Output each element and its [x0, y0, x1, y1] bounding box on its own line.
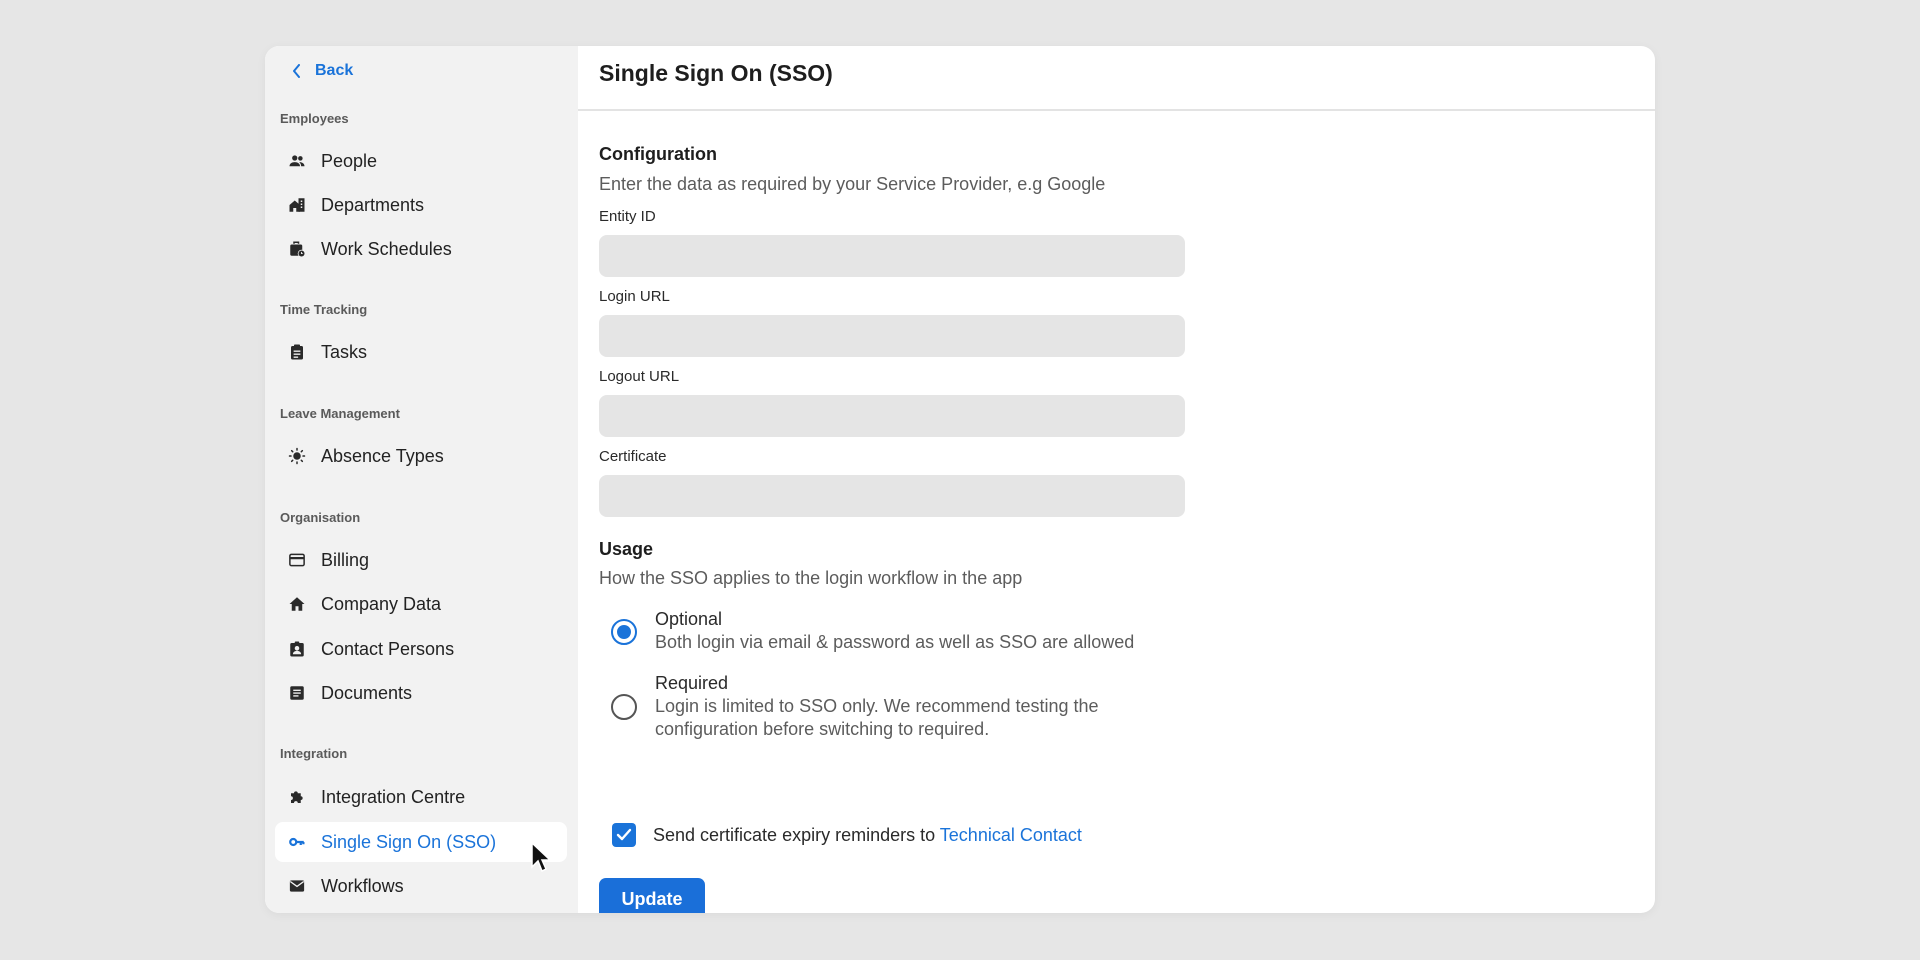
- sidebar-item-company-data[interactable]: Company Data: [275, 584, 567, 624]
- login-url-input[interactable]: [599, 315, 1185, 357]
- update-button[interactable]: Update: [599, 878, 705, 913]
- page-title: Single Sign On (SSO): [599, 60, 833, 86]
- expiry-reminder-row: Send certificate expiry reminders to Tec…: [612, 823, 1082, 847]
- people-icon: [287, 151, 307, 171]
- usage-description: How the SSO applies to the login workflo…: [599, 568, 1023, 588]
- section-label-time-tracking: Time Tracking: [280, 302, 368, 317]
- sidebar-item-tasks[interactable]: Tasks: [275, 332, 567, 372]
- radio-required[interactable]: [611, 694, 637, 720]
- header-divider: [578, 109, 1655, 111]
- option-description: Both login via email & password as well …: [655, 632, 1135, 652]
- puzzle-icon: [287, 787, 307, 807]
- sidebar-item-absence-types[interactable]: Absence Types: [275, 436, 567, 476]
- configuration-heading: Configuration: [599, 144, 717, 164]
- sidebar-item-label: Absence Types: [321, 445, 444, 466]
- sidebar-item-label: Departments: [321, 194, 425, 215]
- certificate-input[interactable]: [599, 475, 1185, 517]
- section-label-organisation: Organisation: [280, 510, 361, 525]
- entity-id-label: Entity ID: [599, 208, 656, 225]
- sidebar-item-label: Workflows: [321, 875, 404, 896]
- entity-id-input[interactable]: [599, 235, 1185, 277]
- sidebar-item-people[interactable]: People: [275, 141, 567, 181]
- mail-icon: [287, 876, 307, 896]
- key-icon: [287, 832, 307, 852]
- mouse-pointer-icon: [531, 841, 552, 873]
- sidebar-item-label: Integration Centre: [321, 786, 466, 807]
- option-title: Optional: [655, 609, 723, 629]
- configuration-description: Enter the data as required by your Servi…: [599, 174, 1106, 194]
- section-label-integration: Integration: [280, 746, 348, 761]
- section-label-leave-management: Leave Management: [280, 406, 400, 421]
- expiry-reminder-text: Send certificate expiry reminders to: [653, 824, 940, 845]
- back-label: Back: [315, 62, 354, 79]
- sidebar-item-single-sign-on[interactable]: Single Sign On (SSO): [275, 822, 567, 862]
- sidebar-item-label: Billing: [321, 549, 370, 570]
- expiry-reminder-checkbox[interactable]: [612, 823, 636, 847]
- section-label-employees: Employees: [280, 111, 349, 126]
- login-url-label: Login URL: [599, 288, 670, 305]
- sidebar-item-label: People: [321, 150, 378, 171]
- sidebar-item-label: Tasks: [321, 341, 368, 362]
- usage-heading: Usage: [599, 539, 654, 559]
- sidebar-item-work-schedules[interactable]: Work Schedules: [275, 229, 567, 269]
- sidebar-item-label: Work Schedules: [321, 238, 452, 259]
- sidebar: Back Employees People Departments Work S…: [265, 46, 578, 913]
- sidebar-item-billing[interactable]: Billing: [275, 540, 567, 580]
- document-icon: [287, 683, 307, 703]
- usage-option-optional[interactable]: Optional Both login via email & password…: [611, 608, 1134, 654]
- logout-url-label: Logout URL: [599, 368, 680, 385]
- main-content: Single Sign On (SSO) Configuration Enter…: [578, 46, 1655, 913]
- contact-badge-icon: [287, 639, 307, 659]
- sidebar-item-departments[interactable]: Departments: [275, 185, 567, 225]
- sidebar-item-integration-centre[interactable]: Integration Centre: [275, 777, 567, 817]
- sidebar-item-contact-persons[interactable]: Contact Persons: [275, 629, 567, 669]
- checkmark-icon: [616, 828, 632, 841]
- home-icon: [287, 594, 307, 614]
- sidebar-item-label: Documents: [321, 682, 413, 703]
- option-description-line-1: Login is limited to SSO only. We recomme…: [655, 696, 1099, 716]
- briefcase-clock-icon: [287, 239, 307, 259]
- building-icon: [287, 195, 307, 215]
- sidebar-item-workflows[interactable]: Workflows: [275, 866, 567, 906]
- sun-icon: [287, 446, 307, 466]
- sidebar-item-label: Single Sign On (SSO): [321, 831, 497, 852]
- credit-card-icon: [287, 550, 307, 570]
- chevron-left-icon: [293, 64, 300, 78]
- back-link[interactable]: Back: [291, 62, 353, 80]
- logout-url-input[interactable]: [599, 395, 1185, 437]
- sidebar-item-label: Company Data: [321, 593, 442, 614]
- radio-optional[interactable]: [611, 619, 637, 645]
- usage-option-required[interactable]: Required Login is limited to SSO only. W…: [611, 672, 1099, 741]
- sidebar-item-documents[interactable]: Documents: [275, 673, 567, 713]
- certificate-label: Certificate: [599, 448, 667, 465]
- sidebar-item-label: Contact Persons: [321, 638, 455, 659]
- clipboard-icon: [287, 342, 307, 362]
- option-title: Required: [655, 673, 729, 693]
- option-description-line-2: configuration before switching to requir…: [655, 719, 990, 739]
- settings-window: Back Employees People Departments Work S…: [265, 46, 1655, 913]
- technical-contact-link[interactable]: Technical Contact: [940, 825, 1082, 845]
